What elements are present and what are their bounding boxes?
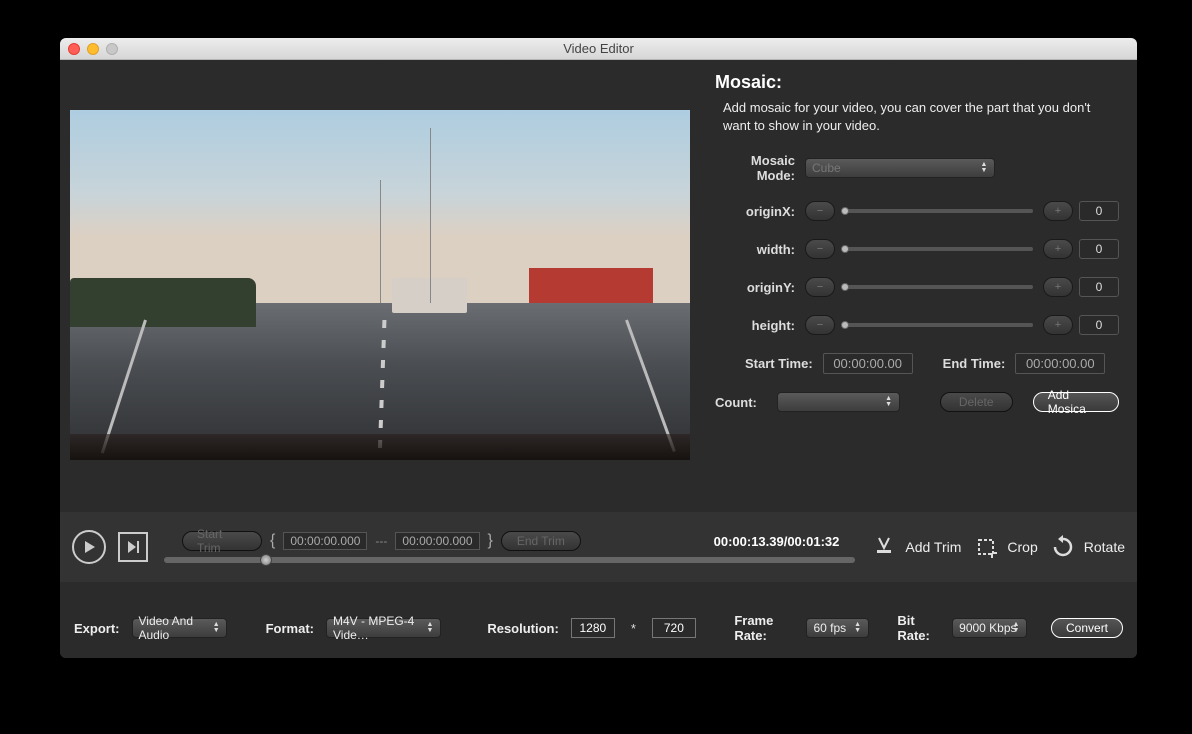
start-time-label: Start Time: (745, 356, 813, 371)
slider-knob-icon[interactable] (841, 245, 849, 253)
format-value: M4V - MPEG-4 Vide… (333, 614, 434, 642)
height-increment-button[interactable]: + (1043, 315, 1073, 335)
slider-knob-icon[interactable] (841, 283, 849, 291)
count-select[interactable]: ▲▼ (777, 392, 900, 412)
slider-knob-icon[interactable] (841, 207, 849, 215)
crop-button[interactable]: Crop (973, 534, 1037, 560)
video-preview (70, 110, 690, 460)
mosaic-mode-value: Cube (812, 161, 841, 175)
resolution-height-field[interactable] (652, 618, 696, 638)
progress-knob-icon[interactable] (260, 554, 272, 566)
chevron-updown-icon: ▲▼ (210, 619, 222, 637)
framerate-select[interactable]: 60 fps ▲▼ (806, 618, 868, 638)
originx-decrement-button[interactable]: − (805, 201, 835, 221)
originy-label: originY: (715, 280, 805, 295)
originy-slider[interactable] (845, 285, 1033, 289)
bitrate-label: Bit Rate: (897, 613, 940, 643)
add-trim-label: Add Trim (905, 539, 961, 555)
video-frame-image (70, 110, 690, 460)
width-value[interactable]: 0 (1079, 239, 1119, 259)
multiply-icon: * (627, 621, 640, 636)
originx-value[interactable]: 0 (1079, 201, 1119, 221)
playback-bar: Start Trim { 00:00:00.000 --- 00:00:00.0… (60, 512, 1137, 582)
mosaic-mode-label: Mosaic Mode: (715, 153, 805, 183)
height-slider[interactable] (845, 323, 1033, 327)
trim-start-timecode[interactable]: 00:00:00.000 (283, 532, 367, 550)
framerate-label: Frame Rate: (734, 613, 794, 643)
chevron-updown-icon: ▲▼ (978, 159, 990, 177)
export-bar: Export: Video And Audio ▲▼ Format: M4V -… (60, 598, 1137, 658)
app-window: Video Editor Mosai (60, 38, 1137, 658)
resolution-label: Resolution: (487, 621, 559, 636)
bitrate-select[interactable]: 9000 Kbps ▲▼ (952, 618, 1027, 638)
rotate-icon (1050, 534, 1076, 560)
mosaic-description: Add mosaic for your video, you can cover… (715, 99, 1119, 135)
export-value: Video And Audio (139, 614, 221, 642)
originy-value[interactable]: 0 (1079, 277, 1119, 297)
crop-icon (973, 534, 999, 560)
width-decrement-button[interactable]: − (805, 239, 835, 259)
chevron-updown-icon: ▲▼ (852, 619, 864, 637)
originx-label: originX: (715, 204, 805, 219)
titlebar: Video Editor (60, 38, 1137, 60)
originy-decrement-button[interactable]: − (805, 277, 835, 297)
chevron-updown-icon: ▲▼ (1010, 619, 1022, 637)
add-trim-button[interactable]: Add Trim (871, 534, 961, 560)
width-slider[interactable] (845, 247, 1033, 251)
chevron-updown-icon: ▲▼ (424, 619, 436, 637)
bitrate-value: 9000 Kbps (959, 621, 1016, 635)
end-time-field[interactable]: 00:00:00.00 (1015, 353, 1105, 374)
start-time-field[interactable]: 00:00:00.00 (823, 353, 913, 374)
height-decrement-button[interactable]: − (805, 315, 835, 335)
mosaic-mode-select[interactable]: Cube ▲▼ (805, 158, 995, 178)
height-value[interactable]: 0 (1079, 315, 1119, 335)
rotate-label: Rotate (1084, 539, 1125, 555)
originx-increment-button[interactable]: + (1043, 201, 1073, 221)
trim-end-timecode[interactable]: 00:00:00.000 (395, 532, 479, 550)
delete-mosaic-button[interactable]: Delete (940, 392, 1013, 412)
resolution-width-field[interactable] (571, 618, 615, 638)
slider-knob-icon[interactable] (841, 321, 849, 329)
add-trim-icon (871, 534, 897, 560)
height-label: height: (715, 318, 805, 333)
export-label: Export: (74, 621, 120, 636)
play-button[interactable] (72, 530, 106, 564)
mosaic-heading: Mosaic: (715, 72, 1119, 93)
step-forward-button[interactable] (118, 532, 148, 562)
rotate-button[interactable]: Rotate (1050, 534, 1125, 560)
end-time-label: End Time: (943, 356, 1006, 371)
playback-progress-slider[interactable] (164, 557, 855, 563)
originx-slider[interactable] (845, 209, 1033, 213)
convert-button[interactable]: Convert (1051, 618, 1123, 638)
chevron-updown-icon: ▲▼ (883, 393, 895, 411)
export-select[interactable]: Video And Audio ▲▼ (132, 618, 228, 638)
end-trim-button[interactable]: End Trim (501, 531, 581, 551)
framerate-value: 60 fps (813, 621, 846, 635)
add-mosaic-button[interactable]: Add Mosica (1033, 392, 1119, 412)
playback-time-readout: 00:00:13.39/00:01:32 (714, 534, 840, 549)
crop-label: Crop (1007, 539, 1037, 555)
format-label: Format: (266, 621, 314, 636)
count-label: Count: (715, 395, 757, 410)
originy-increment-button[interactable]: + (1043, 277, 1073, 297)
format-select[interactable]: M4V - MPEG-4 Vide… ▲▼ (326, 618, 441, 638)
width-label: width: (715, 242, 805, 257)
width-increment-button[interactable]: + (1043, 239, 1073, 259)
start-trim-button[interactable]: Start Trim (182, 531, 262, 551)
mosaic-panel: Mosaic: Add mosaic for your video, you c… (697, 60, 1137, 510)
window-title: Video Editor (60, 41, 1137, 56)
